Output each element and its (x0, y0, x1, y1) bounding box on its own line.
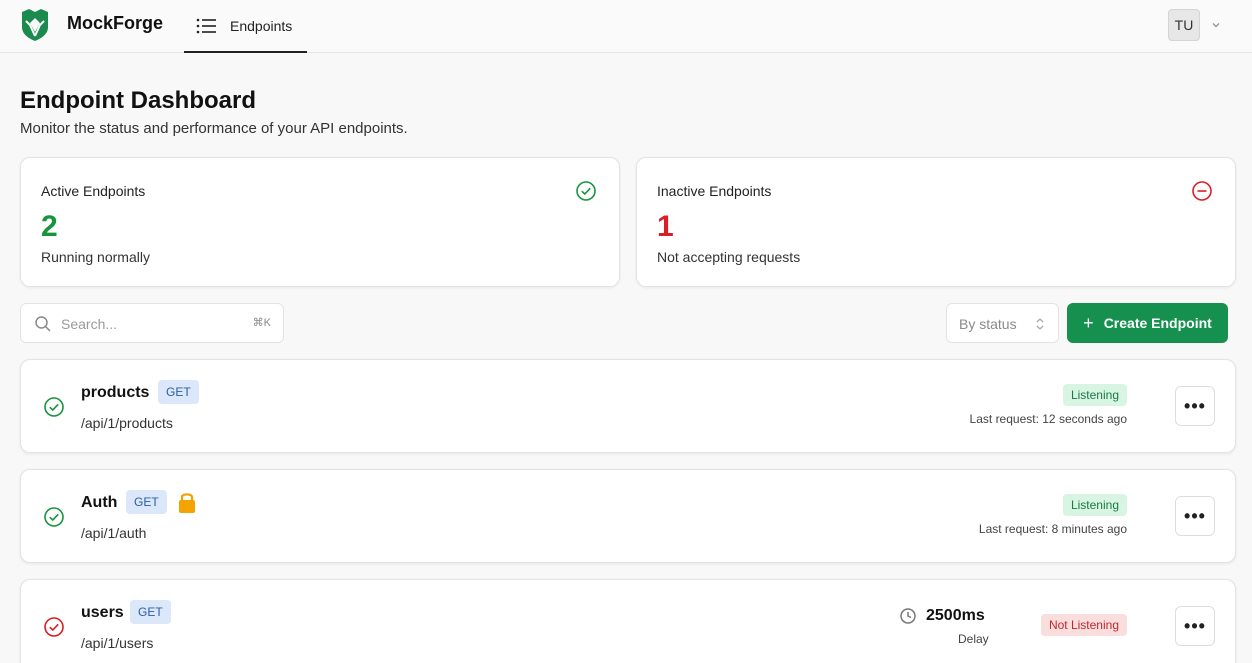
check-circle-icon (576, 181, 596, 201)
ellipsis-icon: ••• (1184, 505, 1206, 526)
active-endpoints-count: 2 (41, 210, 58, 243)
ellipsis-icon: ••• (1184, 395, 1206, 416)
search-shortcut-hint: ⌘K (252, 317, 271, 329)
inactive-endpoints-note: Not accepting requests (657, 249, 801, 265)
active-endpoints-label: Active Endpoints (41, 183, 146, 199)
delay-label: Delay (958, 632, 989, 646)
status-badge: Listening (1062, 384, 1127, 406)
check-circle-icon (44, 397, 64, 417)
tab-endpoints-label: Endpoints (230, 17, 293, 34)
ellipsis-icon: ••• (1184, 615, 1206, 636)
inactive-endpoints-count: 1 (657, 210, 674, 243)
check-circle-icon (44, 507, 64, 527)
endpoint-name[interactable]: products (81, 384, 149, 402)
more-options-button[interactable]: ••• (1175, 496, 1215, 536)
endpoint-card-products[interactable]: products GET /api/1/products Listening L… (20, 359, 1236, 453)
method-badge: GET (158, 380, 199, 404)
page-subtitle: Monitor the status and performance of yo… (20, 120, 408, 137)
last-request-text: Last request: 12 seconds ago (969, 412, 1127, 426)
endpoint-name[interactable]: users (81, 604, 124, 622)
status-filter-label: By status (959, 316, 1017, 332)
status-filter-select[interactable]: By status (946, 303, 1059, 343)
x-circle-icon (44, 617, 64, 637)
active-endpoints-note: Running normally (41, 249, 150, 265)
mockforge-logo-icon[interactable] (20, 9, 50, 41)
active-endpoints-card: Active Endpoints 2 Running normally (20, 157, 620, 287)
minus-circle-icon (1192, 181, 1212, 201)
method-badge: GET (126, 490, 167, 514)
search-box[interactable]: ⌘K (20, 303, 284, 343)
delay-value: 2500ms (926, 607, 985, 624)
last-request-text: Last request: 8 minutes ago (978, 522, 1127, 536)
search-icon (35, 316, 51, 332)
clock-icon (900, 608, 916, 624)
create-endpoint-button[interactable]: + Create Endpoint (1067, 303, 1228, 343)
endpoint-path: /api/1/users (81, 635, 154, 651)
endpoint-name[interactable]: Auth (81, 494, 117, 512)
chevron-down-icon[interactable] (1210, 19, 1222, 31)
endpoint-card-auth[interactable]: Auth GET /api/1/auth Listening Last requ… (20, 469, 1236, 563)
status-badge: Not Listening (1040, 614, 1127, 636)
user-avatar[interactable]: TU (1168, 9, 1200, 41)
list-icon (196, 18, 216, 33)
page-title: Endpoint Dashboard (20, 87, 256, 114)
inactive-endpoints-label: Inactive Endpoints (657, 183, 772, 199)
lock-icon (179, 493, 195, 513)
method-badge: GET (130, 600, 171, 624)
more-options-button[interactable]: ••• (1175, 386, 1215, 426)
inactive-endpoints-card: Inactive Endpoints 1 Not accepting reque… (636, 157, 1236, 287)
endpoint-path: /api/1/auth (81, 525, 147, 541)
endpoint-path: /api/1/products (81, 415, 173, 431)
more-options-button[interactable]: ••• (1175, 606, 1215, 646)
tab-endpoints[interactable]: Endpoints (184, 0, 307, 53)
plus-icon: + (1083, 312, 1094, 333)
create-endpoint-label: Create Endpoint (1103, 315, 1212, 331)
status-badge: Listening (1062, 494, 1127, 516)
brand-name[interactable]: MockForge (67, 13, 163, 34)
chevron-up-down-icon (1036, 318, 1044, 330)
top-navbar: MockForge Endpoints TU (0, 0, 1252, 53)
search-input[interactable] (61, 313, 241, 335)
endpoint-card-users[interactable]: users GET /api/1/users 2500ms Delay Not … (20, 579, 1236, 663)
